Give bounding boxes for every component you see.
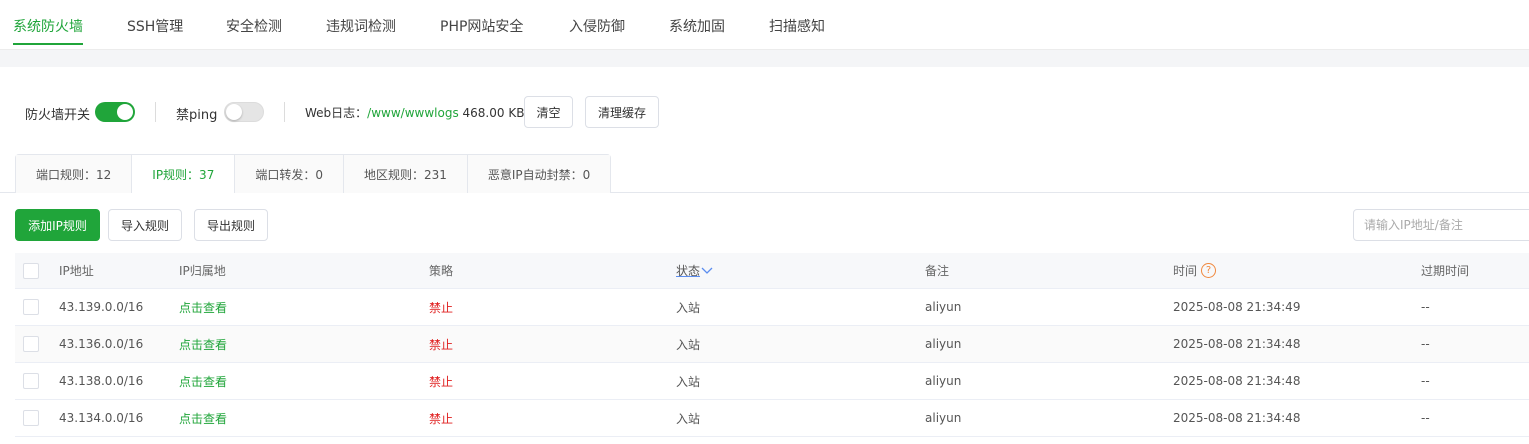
ip-rules-table: IP地址 IP归属地 策略 状态 备注 时间 ? 过期时间 43.139.0.0…: [15, 253, 1529, 437]
tab-security-check[interactable]: 安全检测: [226, 16, 282, 36]
view-location-link[interactable]: 点击查看: [179, 400, 227, 436]
row-checkbox[interactable]: [23, 299, 39, 315]
row-checkbox[interactable]: [23, 373, 39, 389]
table-row: 43.134.0.0/16 点击查看 禁止 入站 aliyun 2025-08-…: [15, 400, 1529, 437]
import-rules-button[interactable]: 导入规则: [108, 209, 182, 241]
rule-tabs: 端口规则：12 IP规则：37 端口转发：0 地区规则：231 恶意IP自动封禁…: [15, 154, 612, 193]
tab-system-hardening[interactable]: 系统加固: [669, 16, 725, 36]
header-remark: 备注: [925, 264, 950, 278]
cell-ip: 43.136.0.0/16: [59, 337, 144, 351]
clear-cache-button[interactable]: 清理缓存: [585, 96, 659, 128]
cell-status: 入站: [676, 411, 701, 426]
cell-policy[interactable]: 禁止: [429, 326, 453, 362]
table-header: IP地址 IP归属地 策略 状态 备注 时间 ? 过期时间: [15, 253, 1529, 289]
add-ip-rule-button[interactable]: 添加IP规则: [15, 209, 100, 241]
status-filter[interactable]: 状态: [676, 262, 713, 279]
cell-status: 入站: [676, 374, 701, 389]
header-location: IP归属地: [179, 264, 226, 278]
tab-ip-rules[interactable]: IP规则：37: [132, 155, 236, 193]
view-location-link[interactable]: 点击查看: [179, 289, 227, 325]
tab-php-security[interactable]: PHP网站安全: [440, 16, 523, 36]
web-log-info: Web日志：/www/wwwlogs 468.00 KB: [305, 104, 524, 121]
cell-remark: aliyun: [925, 300, 962, 314]
row-checkbox[interactable]: [23, 336, 39, 352]
firewall-toggle[interactable]: [95, 102, 135, 122]
header-policy: 策略: [429, 264, 454, 278]
cell-policy[interactable]: 禁止: [429, 400, 453, 436]
cell-expire: --: [1421, 300, 1430, 314]
divider: [284, 102, 285, 122]
web-log-size: 468.00 KB: [462, 106, 525, 120]
tab-malicious-ip-ban[interactable]: 恶意IP自动封禁：0: [467, 155, 611, 193]
web-log-label: Web日志：: [305, 106, 368, 120]
header-status-label: 状态: [676, 264, 701, 278]
help-icon[interactable]: ?: [1201, 263, 1217, 278]
cell-expire: --: [1421, 337, 1430, 351]
cell-expire: --: [1421, 411, 1430, 425]
cell-time: 2025-08-08 21:34:48: [1173, 337, 1301, 351]
cell-time: 2025-08-08 21:34:49: [1173, 300, 1301, 314]
cell-policy[interactable]: 禁止: [429, 289, 453, 325]
cell-ip: 43.138.0.0/16: [59, 374, 144, 388]
clear-log-button[interactable]: 清空: [524, 96, 573, 128]
toggle-knob: [117, 104, 133, 120]
cell-ip: 43.139.0.0/16: [59, 300, 144, 314]
cell-status: 入站: [676, 337, 701, 352]
top-nav: 系统防火墙 SSH管理 安全检测 违规词检测 PHP网站安全 入侵防御 系统加固…: [0, 0, 1529, 50]
web-log-path[interactable]: /www/wwwlogs: [367, 106, 459, 120]
ping-switch-label: 禁ping: [176, 108, 218, 123]
cell-remark: aliyun: [925, 374, 962, 388]
cell-remark: aliyun: [925, 411, 962, 425]
chevron-down-icon: [701, 267, 713, 274]
cell-status: 入站: [676, 300, 701, 315]
cell-expire: --: [1421, 374, 1430, 388]
header-status[interactable]: 状态: [676, 253, 713, 288]
header-time-label: 时间: [1173, 264, 1198, 278]
tab-region-rules[interactable]: 地区规则：231: [343, 155, 468, 193]
select-all-checkbox[interactable]: [23, 263, 39, 279]
table-row: 43.136.0.0/16 点击查看 禁止 入站 aliyun 2025-08-…: [15, 326, 1529, 363]
cell-time: 2025-08-08 21:34:48: [1173, 374, 1301, 388]
toggle-knob: [226, 104, 242, 120]
cell-ip: 43.134.0.0/16: [59, 411, 144, 425]
tab-port-rules[interactable]: 端口规则：12: [16, 155, 133, 193]
header-time: 时间 ?: [1173, 253, 1217, 288]
table-row: 43.139.0.0/16 点击查看 禁止 入站 aliyun 2025-08-…: [15, 289, 1529, 326]
ping-toggle[interactable]: [224, 102, 264, 122]
tab-banned-words[interactable]: 违规词检测: [326, 16, 396, 36]
header-ip: IP地址: [59, 264, 94, 278]
tab-intrusion-prevention[interactable]: 入侵防御: [569, 16, 625, 36]
divider: [155, 102, 156, 122]
main-panel: 防火墙开关 禁ping Web日志：/www/wwwlogs 468.00 KB…: [0, 67, 1529, 444]
firewall-toolbar: 防火墙开关 禁ping Web日志：/www/wwwlogs 468.00 KB…: [0, 67, 1529, 147]
search-input[interactable]: [1353, 209, 1529, 241]
tab-scan-detection[interactable]: 扫描感知: [769, 16, 825, 36]
tab-system-firewall[interactable]: 系统防火墙: [13, 16, 83, 45]
row-checkbox[interactable]: [23, 410, 39, 426]
tab-ssh-management[interactable]: SSH管理: [127, 16, 183, 36]
view-location-link[interactable]: 点击查看: [179, 326, 227, 362]
cell-time: 2025-08-08 21:34:48: [1173, 411, 1301, 425]
cell-policy[interactable]: 禁止: [429, 363, 453, 399]
firewall-switch-label: 防火墙开关: [25, 108, 91, 123]
header-expire: 过期时间: [1421, 264, 1470, 278]
table-row: 43.138.0.0/16 点击查看 禁止 入站 aliyun 2025-08-…: [15, 363, 1529, 400]
export-rules-button[interactable]: 导出规则: [194, 209, 268, 241]
view-location-link[interactable]: 点击查看: [179, 363, 227, 399]
cell-remark: aliyun: [925, 337, 962, 351]
tab-port-forward[interactable]: 端口转发：0: [235, 155, 344, 193]
